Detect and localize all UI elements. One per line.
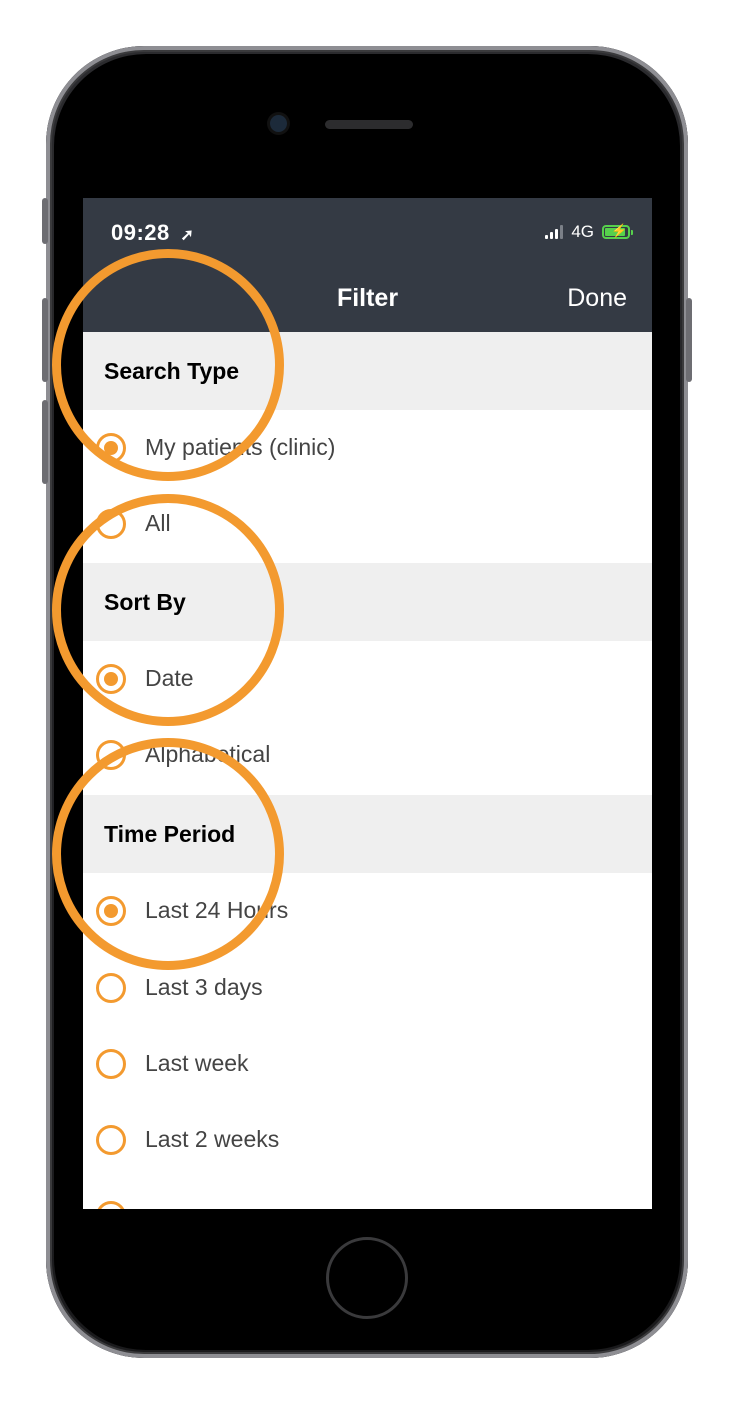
option-my-patients[interactable]: My patients (clinic) [83, 410, 652, 486]
option-last-week[interactable]: Last week [83, 1026, 652, 1102]
option-label: Date [145, 665, 194, 691]
option-label: My patients (clinic) [145, 434, 336, 460]
earpiece-speaker [325, 120, 413, 129]
section-header-sort-by: Sort By [83, 563, 652, 641]
status-time: 09:28 ➚ [111, 220, 194, 246]
option-label: All [145, 510, 171, 536]
volume-down-button [42, 400, 48, 484]
signal-bars-icon [545, 225, 564, 239]
option-label: Last 3 days [145, 974, 263, 1000]
option-label: Last week [145, 1050, 249, 1076]
radio-button-icon[interactable] [96, 740, 126, 770]
network-type: 4G [571, 222, 594, 241]
option-partially-hidden[interactable] [83, 1178, 652, 1209]
option-label: Last 24 Hours [145, 897, 289, 923]
section-title: Sort By [104, 589, 186, 615]
option-last-24-hours[interactable]: Last 24 Hours [83, 873, 652, 949]
battery-charging-icon: ⚡ [602, 223, 633, 239]
section-title: Search Type [104, 358, 240, 384]
radio-button-icon[interactable] [96, 509, 126, 539]
section-title: Time Period [104, 821, 236, 847]
option-label: Last 2 weeks [145, 1126, 280, 1152]
power-button [686, 298, 692, 382]
section-header-time-period: Time Period [83, 795, 652, 873]
radio-button-icon[interactable] [96, 973, 126, 1003]
option-last-2-weeks[interactable]: Last 2 weeks [83, 1102, 652, 1178]
home-button[interactable] [326, 1237, 408, 1319]
radio-button-icon[interactable] [96, 433, 126, 463]
volume-up-button [42, 298, 48, 382]
location-arrow-icon: ➚ [180, 227, 195, 244]
mute-switch [42, 198, 48, 244]
status-time-text: 09:28 [111, 220, 170, 245]
radio-button-icon[interactable] [96, 664, 126, 694]
section-header-search-type: Search Type [83, 332, 652, 410]
option-label: Alphabetical [145, 741, 271, 767]
radio-button-icon[interactable] [96, 896, 126, 926]
front-camera [270, 115, 287, 132]
option-alphabetical[interactable]: Alphabetical [83, 717, 652, 793]
radio-button-icon[interactable] [96, 1049, 126, 1079]
radio-button-icon[interactable] [96, 1201, 126, 1209]
filter-screen: 09:28 ➚ 4G ⚡ Filter Done Search Type My … [83, 198, 652, 1209]
option-date[interactable]: Date [83, 641, 652, 717]
status-indicators: 4G ⚡ [545, 222, 633, 242]
option-all[interactable]: All [83, 486, 652, 562]
radio-button-icon[interactable] [96, 1125, 126, 1155]
option-last-3-days[interactable]: Last 3 days [83, 950, 652, 1026]
navigation-bar: 09:28 ➚ 4G ⚡ Filter Done [83, 198, 652, 332]
done-button[interactable]: Done [567, 284, 627, 313]
